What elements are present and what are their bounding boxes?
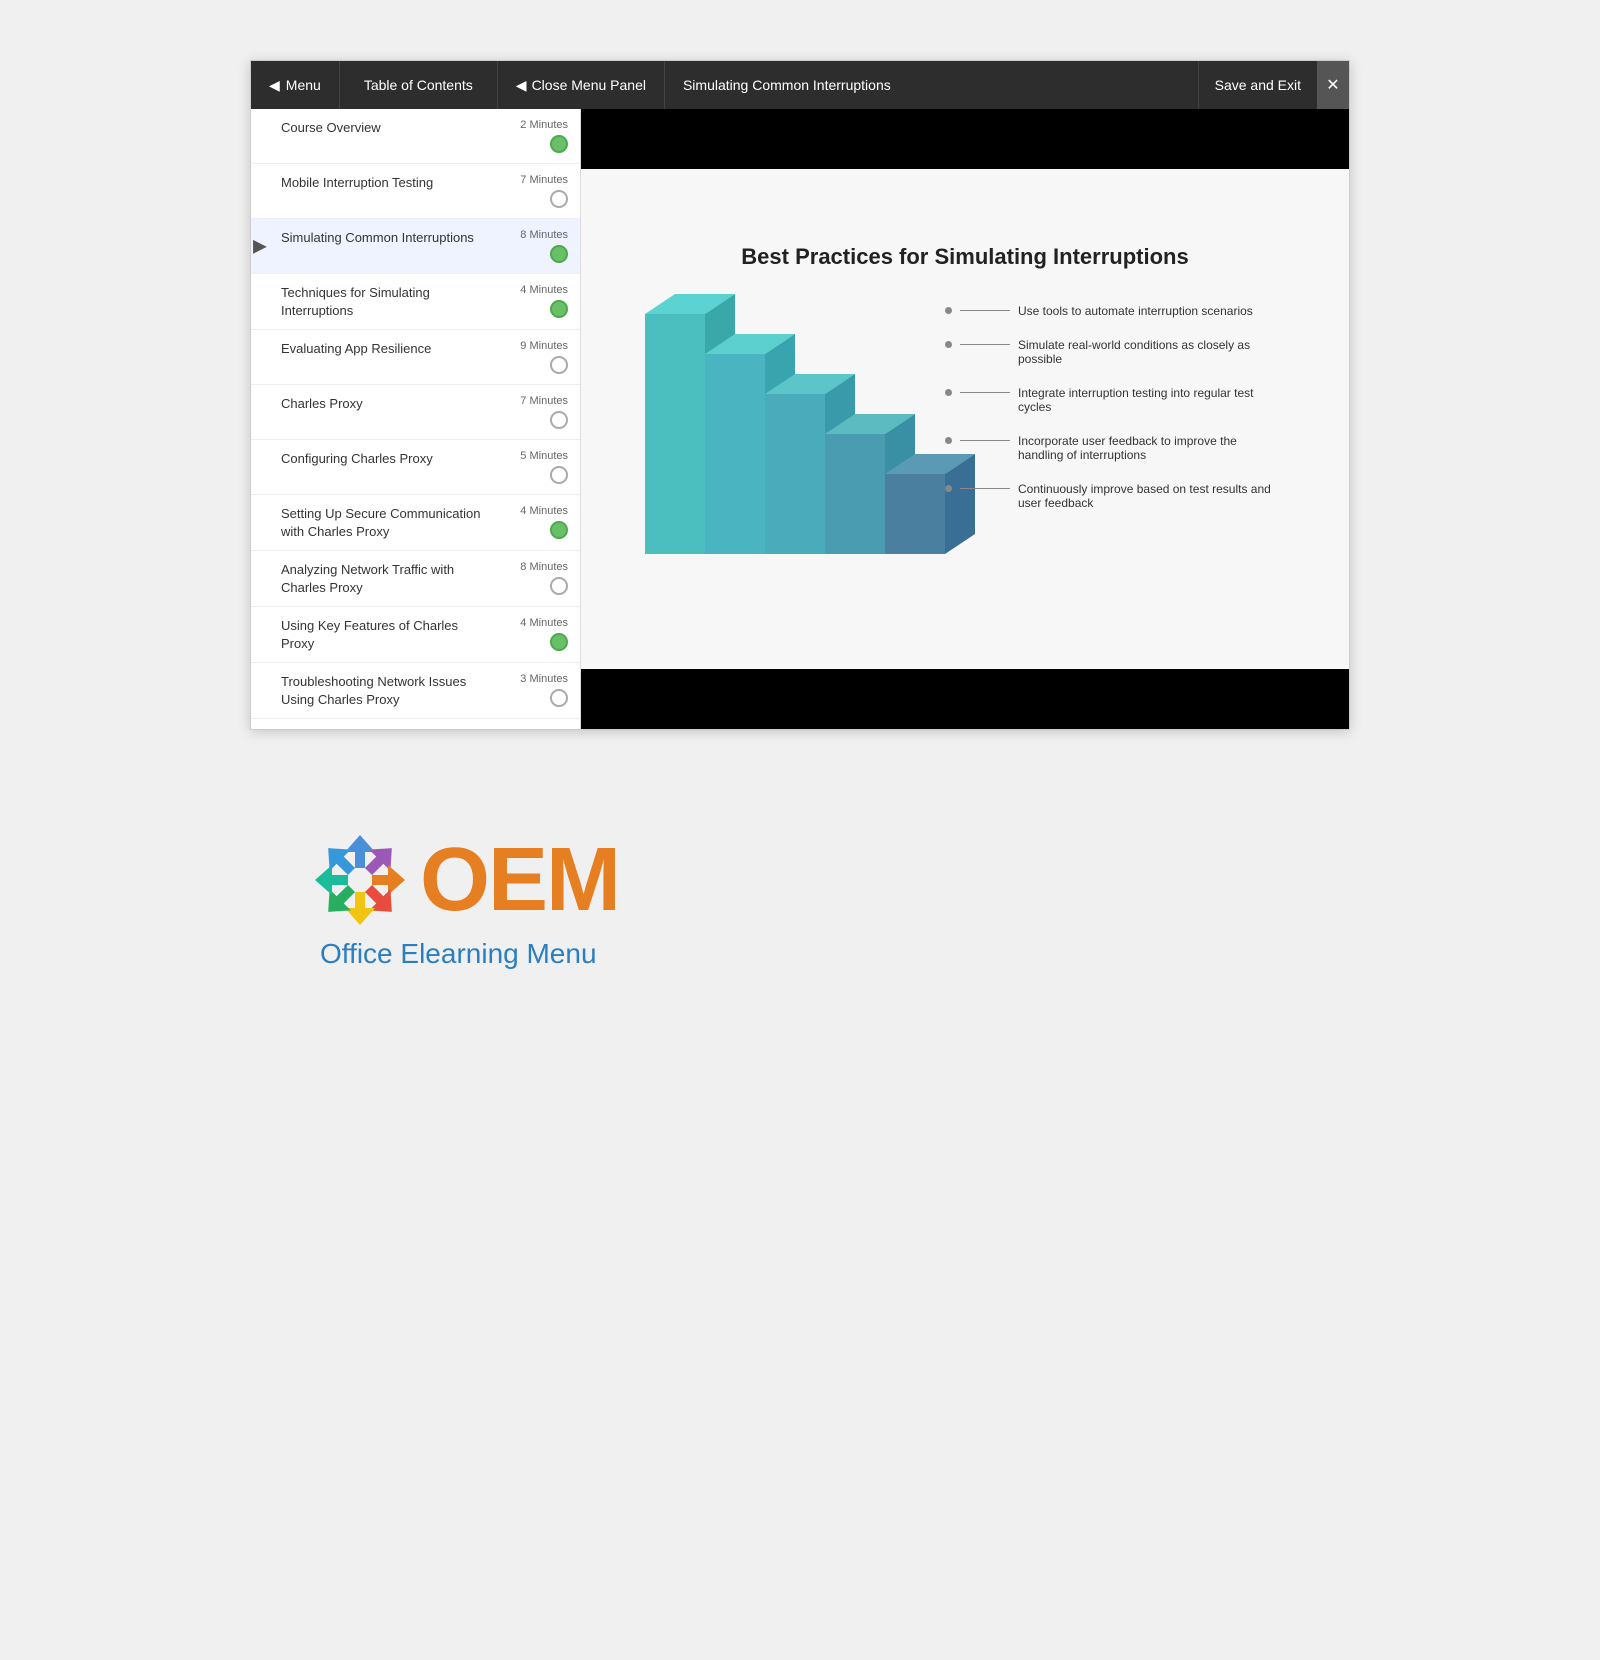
- bullet-line-1: [960, 310, 1010, 311]
- sidebar-item-simulating-common-interruptions[interactable]: ▶Simulating Common Interruptions 8 Minute…: [251, 219, 580, 274]
- sidebar-item-label: Using Key Features of Charles Proxy: [263, 617, 488, 652]
- bullet-item-3: Integrate interruption testing into regu…: [945, 386, 1285, 414]
- sidebar-item-techniques-simulating[interactable]: Techniques for Simulating Interruptions 4…: [251, 274, 580, 330]
- sidebar-item-minutes: 9 Minutes: [520, 340, 568, 352]
- sidebar-item-label: Evaluating App Resilience: [263, 340, 488, 358]
- sidebar: Course Overview 2 Minutes Mobile Interrupt…: [251, 109, 581, 729]
- bullet-line-4: [960, 440, 1010, 441]
- bullet-text-1: Use tools to automate interruption scena…: [1018, 304, 1253, 318]
- sidebar-item-setting-up-secure-communication[interactable]: Setting Up Secure Communication with Cha…: [251, 495, 580, 551]
- staircase-svg: [625, 294, 985, 584]
- sidebar-item-minutes: 4 Minutes: [520, 617, 568, 629]
- bullet-text-5: Continuously improve based on test resul…: [1018, 482, 1285, 510]
- bullet-text-3: Integrate interruption testing into regu…: [1018, 386, 1285, 414]
- menu-button[interactable]: ◀ Menu: [251, 61, 340, 109]
- sidebar-item-minutes: 4 Minutes: [520, 284, 568, 296]
- sidebar-item-mobile-interruption-testing[interactable]: Mobile Interruption Testing 7 Minutes: [251, 164, 580, 219]
- sidebar-item-analyzing-network-traffic[interactable]: Analyzing Network Traffic with Charles P…: [251, 551, 580, 607]
- status-indicator: [550, 135, 568, 153]
- close-x-button[interactable]: ✕: [1317, 61, 1349, 109]
- sidebar-item-configuring-charles-proxy[interactable]: Configuring Charles Proxy 5 Minutes: [251, 440, 580, 495]
- slide-area: Best Practices for Simulating Interrupti…: [581, 109, 1349, 729]
- app-container: ◀ Menu Table of Contents ◀ Close Menu Pa…: [250, 60, 1350, 730]
- status-indicator: [550, 300, 568, 318]
- bullet-item-1: Use tools to automate interruption scena…: [945, 304, 1285, 318]
- bullet-dot-3: [945, 389, 952, 396]
- bullet-text-2: Simulate real-world conditions as closel…: [1018, 338, 1285, 366]
- sidebar-item-minutes: 5 Minutes: [520, 450, 568, 462]
- active-arrow-icon: ▶: [253, 236, 267, 257]
- sidebar-item-label: Simulating Common Interruptions: [263, 229, 488, 247]
- top-nav: ◀ Menu Table of Contents ◀ Close Menu Pa…: [251, 61, 1349, 109]
- sidebar-item-label: Troubleshooting Network Issues Using Cha…: [263, 673, 488, 708]
- slide-top-bar: [581, 109, 1349, 169]
- sidebar-item-minutes: 2 Minutes: [520, 119, 568, 131]
- bullet-dot-1: [945, 307, 952, 314]
- slide-main-title: Best Practices for Simulating Interrupti…: [741, 244, 1188, 270]
- sidebar-item-label: Charles Proxy: [263, 395, 488, 413]
- sidebar-item-minutes: 7 Minutes: [520, 395, 568, 407]
- slide-diagram: Use tools to automate interruption scena…: [611, 294, 1319, 594]
- logo-container: OEM: [310, 830, 619, 930]
- sidebar-item-minutes: 3 Minutes: [520, 673, 568, 685]
- bullet-line-3: [960, 392, 1010, 393]
- status-indicator: [550, 466, 568, 484]
- oem-logo-text: OEM: [420, 835, 619, 925]
- status-indicator: [550, 577, 568, 595]
- sidebar-item-evaluating-app-resilience[interactable]: Evaluating App Resilience 9 Minutes: [251, 330, 580, 385]
- sidebar-item-course-overview[interactable]: Course Overview 2 Minutes: [251, 109, 580, 164]
- save-exit-label: Save and Exit: [1215, 77, 1301, 93]
- sidebar-item-charles-proxy[interactable]: Charles Proxy 7 Minutes: [251, 385, 580, 440]
- status-indicator: [550, 689, 568, 707]
- oem-logo-icon: [310, 830, 410, 930]
- slide-title-nav: Simulating Common Interruptions: [665, 77, 1198, 93]
- sidebar-item-label: Course Overview: [263, 119, 488, 137]
- sidebar-item-label: Mobile Interruption Testing: [263, 174, 488, 192]
- status-indicator: [550, 521, 568, 539]
- close-panel-button[interactable]: ◀ Close Menu Panel: [498, 61, 665, 109]
- bullet-line-5: [960, 488, 1010, 489]
- chevron-left-icon: ◀: [269, 77, 280, 94]
- sidebar-item-simulating-server-responses[interactable]: Simulating Server Responses with Charles…: [251, 719, 580, 729]
- status-indicator: [550, 633, 568, 651]
- bullet-item-5: Continuously improve based on test resul…: [945, 482, 1285, 510]
- status-indicator: [550, 245, 568, 263]
- main-content: Course Overview 2 Minutes Mobile Interrupt…: [251, 109, 1349, 729]
- save-exit-button[interactable]: Save and Exit: [1198, 61, 1317, 109]
- bullet-item-4: Incorporate user feedback to improve the…: [945, 434, 1285, 462]
- sidebar-item-minutes: 4 Minutes: [520, 505, 568, 517]
- bullet-dot-4: [945, 437, 952, 444]
- status-indicator: [550, 411, 568, 429]
- slide-bottom-bar: [581, 669, 1349, 729]
- sidebar-item-label: Analyzing Network Traffic with Charles P…: [263, 561, 488, 596]
- logo-area: OEM Office Elearning Menu: [250, 790, 1350, 1010]
- close-x-icon: ✕: [1326, 75, 1339, 95]
- triangle-left-icon: ◀: [516, 77, 527, 94]
- sidebar-item-minutes: 8 Minutes: [520, 229, 568, 241]
- bullet-list: Use tools to automate interruption scena…: [945, 304, 1285, 510]
- toc-label: Table of Contents: [340, 61, 498, 109]
- bullet-dot-5: [945, 485, 952, 492]
- close-panel-label: Close Menu Panel: [532, 77, 646, 93]
- sidebar-item-troubleshooting-network-issues[interactable]: Troubleshooting Network Issues Using Cha…: [251, 663, 580, 719]
- bullet-dot-2: [945, 341, 952, 348]
- sidebar-item-minutes: 7 Minutes: [520, 174, 568, 186]
- sidebar-item-label: Techniques for Simulating Interruptions: [263, 284, 488, 319]
- bullet-line-2: [960, 344, 1010, 345]
- bullet-text-4: Incorporate user feedback to improve the…: [1018, 434, 1285, 462]
- oem-logo-subtitle: Office Elearning Menu: [310, 938, 597, 970]
- slide-content: Best Practices for Simulating Interrupti…: [581, 169, 1349, 669]
- status-indicator: [550, 356, 568, 374]
- sidebar-item-label: Configuring Charles Proxy: [263, 450, 488, 468]
- bullet-item-2: Simulate real-world conditions as closel…: [945, 338, 1285, 366]
- sidebar-item-label: Setting Up Secure Communication with Cha…: [263, 505, 488, 540]
- menu-label: Menu: [286, 77, 321, 93]
- status-indicator: [550, 190, 568, 208]
- sidebar-item-minutes: 8 Minutes: [520, 561, 568, 573]
- sidebar-item-using-key-features[interactable]: Using Key Features of Charles Proxy 4 Min…: [251, 607, 580, 663]
